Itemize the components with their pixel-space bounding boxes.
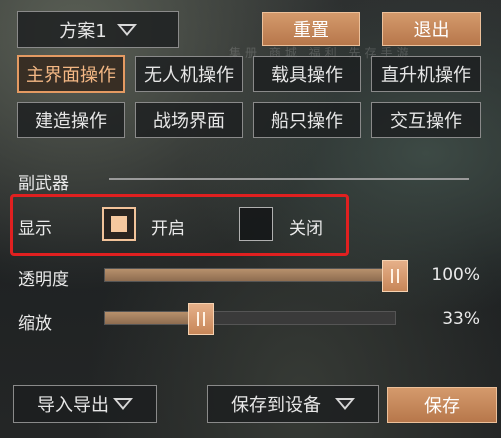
save-to-device-button[interactable]: 保存到设备 xyxy=(207,385,379,423)
tab-interaction[interactable]: 交互操作 xyxy=(371,102,481,138)
tab-build[interactable]: 建造操作 xyxy=(17,102,125,138)
tab-main-ui[interactable]: 主界面操作 xyxy=(17,55,125,93)
tab-helicopter[interactable]: 直升机操作 xyxy=(371,56,481,92)
section-divider xyxy=(109,178,469,180)
scale-slider-handle[interactable] xyxy=(187,303,214,335)
opacity-label: 透明度 xyxy=(18,270,69,290)
save-button[interactable]: 保存 xyxy=(387,387,497,423)
tab-ship[interactable]: 船只操作 xyxy=(253,102,361,138)
import-export-button[interactable]: 导入导出 xyxy=(13,385,157,423)
scale-fill xyxy=(105,312,201,324)
display-off-label[interactable]: 关闭 xyxy=(289,214,323,239)
tab-vehicle[interactable]: 载具操作 xyxy=(253,56,361,92)
section-title: 副武器 xyxy=(18,174,69,194)
scale-label: 缩放 xyxy=(18,314,52,334)
chevron-down-icon xyxy=(113,398,133,410)
opacity-slider-handle[interactable] xyxy=(382,260,408,292)
scheme-select-value: 方案1 xyxy=(59,20,107,42)
tab-battlefield-ui[interactable]: 战场界面 xyxy=(135,102,243,138)
display-on-checkbox[interactable] xyxy=(102,207,136,241)
scheme-select[interactable]: 方案1 xyxy=(17,11,179,48)
opacity-fill xyxy=(105,269,395,281)
exit-button[interactable]: 退出 xyxy=(382,12,481,46)
chevron-down-icon xyxy=(335,398,355,410)
display-label: 显示 xyxy=(18,219,52,239)
display-off-checkbox[interactable] xyxy=(239,207,273,241)
import-export-label: 导入导出 xyxy=(37,395,109,416)
scale-value: 33% xyxy=(442,309,480,329)
save-to-device-label: 保存到设备 xyxy=(231,395,321,416)
opacity-value: 100% xyxy=(431,265,480,285)
scale-slider[interactable] xyxy=(104,303,396,335)
tab-drone[interactable]: 无人机操作 xyxy=(135,56,243,92)
chevron-down-icon xyxy=(116,23,137,36)
reset-button[interactable]: 重置 xyxy=(262,12,360,46)
opacity-slider[interactable] xyxy=(104,260,408,292)
display-on-label[interactable]: 开启 xyxy=(151,214,185,239)
